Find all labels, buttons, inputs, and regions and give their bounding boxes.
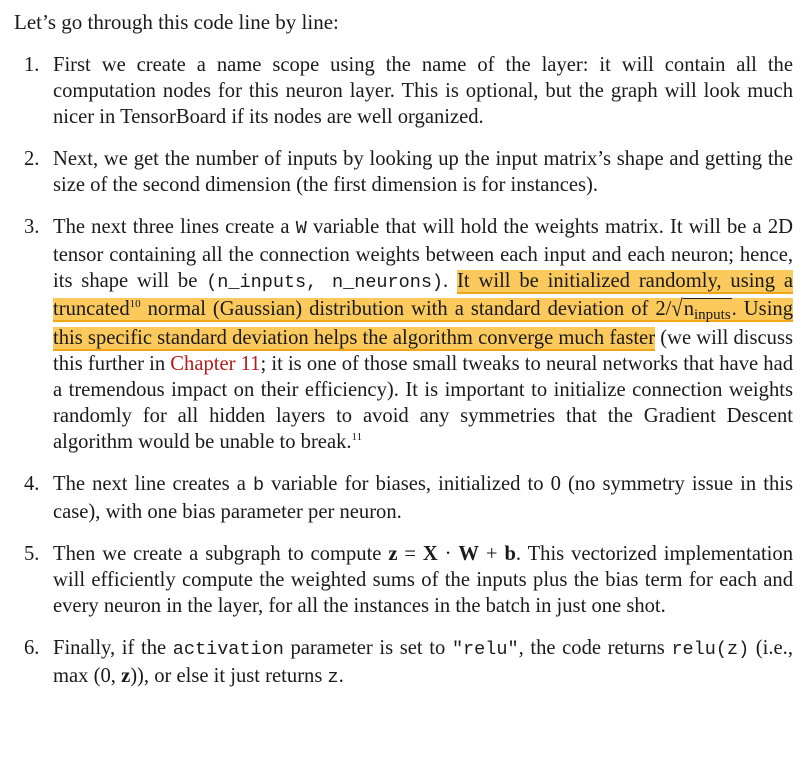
item-number: 3. — [24, 216, 40, 238]
item-text: First we create a name scope using the n… — [53, 54, 793, 128]
inline-code: relu(z) — [671, 639, 750, 660]
item-text: parameter is set to — [283, 637, 452, 659]
item-number: 2. — [24, 148, 40, 170]
item-number: 5. — [24, 543, 40, 565]
item-number: 4. — [24, 473, 40, 495]
math-op: · — [437, 543, 459, 565]
item-text: The next line creates a — [53, 473, 253, 495]
math-op: = — [397, 543, 423, 565]
math-z: z — [121, 665, 131, 687]
math-w: W — [458, 543, 480, 565]
inline-code: activation — [172, 639, 284, 660]
sqrt-symbol: √ — [671, 296, 683, 322]
item-number: 1. — [24, 54, 40, 76]
math-x: X — [422, 543, 438, 565]
list-item: 2. Next, we get the number of inputs by … — [0, 146, 810, 198]
inline-code: z — [327, 667, 339, 688]
item-text: . — [443, 270, 458, 292]
list-item: 4. The next line creates a b variable fo… — [0, 471, 810, 525]
math-op: + — [479, 543, 505, 565]
item-text: . — [338, 665, 344, 687]
list-item: 3. The next three lines create a W varia… — [0, 214, 810, 455]
sqrt-variable: n — [683, 298, 694, 320]
inline-code: W — [295, 218, 307, 239]
sqrt-subscript: inputs — [693, 307, 731, 323]
document-page: Let’s go through this code line by line:… — [0, 0, 810, 760]
highlight-segment: normal (Gaussian) distribution with a st… — [140, 298, 672, 320]
math-b: b — [504, 543, 516, 565]
item-text: Next, we get the number of inputs by loo… — [53, 148, 793, 196]
inline-code: "relu" — [451, 639, 519, 660]
intro-sentence: Let’s go through this code line by line: — [14, 10, 339, 34]
sqrt-operand: ninputs — [682, 298, 732, 325]
inline-code: b — [252, 475, 265, 496]
item-text: )), or else it just returns — [130, 665, 328, 687]
footnote-marker[interactable]: 10 — [130, 298, 141, 310]
list-item: 1. First we create a name scope using th… — [0, 52, 810, 130]
steps-list: 1. First we create a name scope using th… — [0, 52, 810, 707]
chapter-link[interactable]: Chapter 11 — [170, 353, 260, 375]
footnote-marker[interactable]: 11 — [352, 431, 363, 443]
item-number: 6. — [24, 637, 40, 659]
item-text: Then we create a subgraph to compute — [53, 543, 389, 565]
item-text: The next three lines create a — [53, 216, 296, 238]
item-text: Finally, if the — [53, 637, 173, 659]
list-item: 6. Finally, if the activation parameter … — [0, 635, 810, 691]
inline-code: (n_inputs, n_neurons) — [206, 272, 444, 293]
list-item: 5. Then we create a subgraph to compute … — [0, 541, 810, 619]
item-text: , the code returns — [518, 637, 672, 659]
